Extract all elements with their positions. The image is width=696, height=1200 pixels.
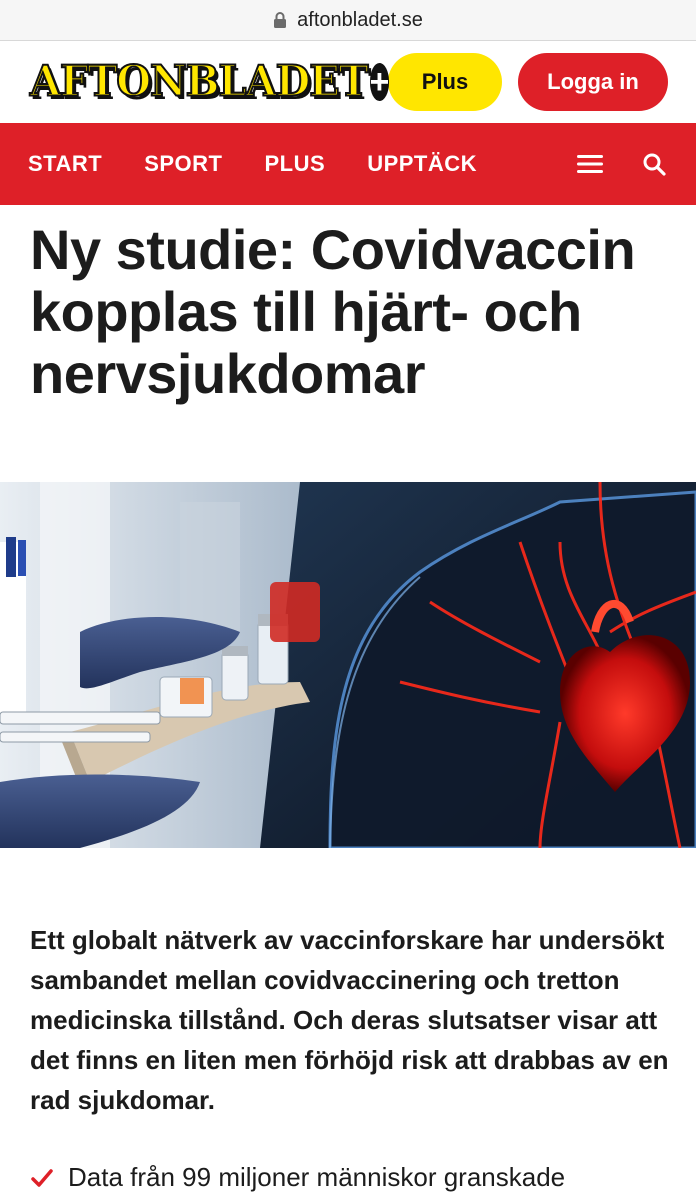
browser-url-bar[interactable]: aftonbladet.se — [0, 0, 696, 41]
logo-plus-icon: + — [369, 63, 390, 101]
site-header: AFTONBLADET + Plus Logga in — [0, 41, 696, 123]
nav-item-start[interactable]: START — [28, 151, 102, 177]
logo-wordmark: AFTONBLADET — [29, 56, 370, 107]
main-navigation: START SPORT PLUS UPPTÄCK — [0, 123, 696, 205]
bullet-text: Data från 99 miljoner människor granskad… — [68, 1162, 566, 1192]
plus-button[interactable]: Plus — [388, 53, 502, 111]
nav-item-plus[interactable]: PLUS — [265, 151, 326, 177]
list-item: Data från 99 miljoner människor granskad… — [30, 1162, 690, 1193]
nav-item-upptack[interactable]: UPPTÄCK — [367, 151, 477, 177]
article-headline: Ny studie: Covidvaccin kopplas till hjär… — [30, 218, 636, 405]
checkmark-icon — [30, 1166, 54, 1190]
aftonbladet-logo[interactable]: AFTONBLADET + — [29, 56, 390, 107]
article-lead: Ett globalt nätverk av vaccinforskare ha… — [30, 925, 669, 1115]
lock-icon — [273, 11, 287, 28]
article-hero-image[interactable] — [0, 482, 696, 848]
nav-item-sport[interactable]: SPORT — [144, 151, 222, 177]
hamburger-icon[interactable] — [576, 150, 604, 178]
search-icon[interactable] — [640, 150, 668, 178]
url-text: aftonbladet.se — [297, 8, 423, 31]
login-button[interactable]: Logga in — [518, 53, 668, 111]
